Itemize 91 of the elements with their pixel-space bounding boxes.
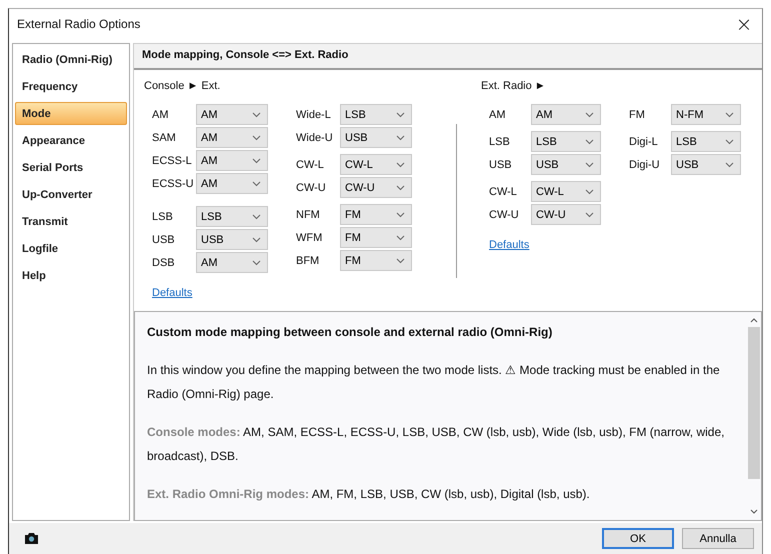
sidebar-item[interactable]: Appearance — [15, 129, 127, 152]
mode-dropdown[interactable]: USB — [340, 127, 412, 148]
chevron-down-icon — [396, 162, 405, 168]
chevron-down-icon — [725, 162, 734, 168]
chevron-down-icon — [252, 180, 261, 186]
chevron-down-icon — [396, 258, 405, 264]
mode-dropdown[interactable]: USB — [196, 229, 268, 250]
scroll-down-icon[interactable] — [750, 509, 758, 514]
mode-label: CW-U — [489, 208, 520, 220]
sidebar-item[interactable]: Transmit — [15, 210, 127, 233]
mode-label: AM — [152, 108, 170, 120]
mode-dropdown[interactable]: AM — [196, 173, 268, 194]
mode-label: USB — [152, 234, 176, 246]
mode-label: WFM — [296, 232, 324, 244]
chevron-down-icon — [252, 260, 261, 266]
sidebar-item[interactable]: Logfile — [15, 237, 127, 260]
help-paragraph: Ext. Radio Omni-Rig modes: AM, FM, LSB, USB, CW (lsb, usb), Digital (lsb, usb). — [147, 486, 591, 503]
chevron-down-icon — [396, 184, 405, 190]
mode-label: CW-L — [489, 186, 518, 198]
mode-label: ECSS-L — [152, 154, 193, 166]
mode-dropdown[interactable]: FM — [340, 204, 412, 225]
mode-label: Digi-L — [629, 136, 659, 148]
chevron-down-icon — [252, 236, 261, 242]
window-title: External Radio Options — [17, 17, 140, 31]
chevron-down-icon — [252, 214, 261, 220]
mode-label: Wide-U — [296, 132, 334, 144]
mode-label: USB — [489, 158, 513, 170]
mode-dropdown[interactable]: AM — [196, 104, 268, 125]
sidebar-item[interactable]: Up-Converter — [15, 183, 127, 206]
mode-label: CW-U — [296, 182, 327, 194]
chevron-down-icon — [585, 212, 594, 218]
help-paragraph: In this window you define the mapping between the two mode lists. ⚠ Mode tracking must be enabled in the Radio (Omni-Rig) page. — [147, 362, 721, 403]
mode-dropdown[interactable]: LSB — [671, 131, 741, 152]
sidebar-item[interactable]: Frequency — [15, 75, 127, 98]
mode-dropdown[interactable]: AM — [196, 252, 268, 273]
mode-label: FM — [629, 108, 646, 120]
chevron-down-icon — [396, 134, 405, 140]
sidebar-item[interactable]: Serial Ports — [15, 156, 127, 179]
chevron-down-icon — [585, 138, 594, 144]
dialog-button[interactable]: OK — [602, 528, 674, 549]
mode-dropdown[interactable]: CW-U — [340, 177, 412, 198]
section-title: Console ► Ext. — [144, 80, 222, 92]
chevron-down-icon — [725, 138, 734, 144]
mode-dropdown[interactable]: AM — [196, 127, 268, 148]
mode-label: DSB — [152, 256, 176, 268]
mode-label: LSB — [152, 210, 174, 222]
mode-dropdown[interactable]: FM — [340, 227, 412, 248]
mode-dropdown[interactable]: N-FM — [671, 104, 741, 125]
chevron-down-icon — [585, 162, 594, 168]
mode-dropdown[interactable]: CW-U — [531, 204, 601, 225]
sidebar-item[interactable]: Radio (Omni-Rig) — [15, 48, 127, 71]
mode-label: NFM — [296, 208, 321, 220]
chevron-down-icon — [252, 112, 261, 118]
mode-dropdown[interactable]: USB — [671, 154, 741, 175]
help-title: Custom mode mapping between console and external radio (Omni-Rig) — [147, 324, 554, 341]
sidebar-item[interactable]: Mode — [15, 102, 127, 125]
mode-dropdown[interactable]: AM — [196, 150, 268, 171]
mode-label: SAM — [152, 132, 177, 144]
mode-dropdown[interactable]: CW-L — [340, 154, 412, 175]
defaults-link[interactable]: Defaults — [152, 287, 192, 299]
mode-dropdown[interactable]: AM — [531, 104, 601, 125]
chevron-down-icon — [585, 188, 594, 194]
chevron-down-icon — [585, 112, 594, 118]
chevron-down-icon — [396, 112, 405, 118]
chevron-down-icon — [396, 212, 405, 218]
mode-label: ECSS-U — [152, 178, 195, 190]
mode-label: CW-L — [296, 158, 325, 170]
chevron-down-icon — [252, 158, 261, 164]
mode-dropdown[interactable]: USB — [531, 154, 601, 175]
chevron-down-icon — [252, 134, 261, 140]
mode-dropdown[interactable]: LSB — [196, 206, 268, 227]
chevron-down-icon — [725, 112, 734, 118]
section-header: Mode mapping, Console <=> Ext. Radio — [134, 43, 762, 70]
scroll-up-icon[interactable] — [750, 318, 758, 323]
defaults-link[interactable]: Defaults — [489, 239, 530, 251]
help-paragraph: Console modes: AM, SAM, ECSS-L, ECSS-U, LSB, USB, CW (lsb, usb), Wide (lsb, usb), FM (narrow, wide, broadcast), DSB. — [147, 424, 726, 465]
mode-dropdown[interactable]: LSB — [531, 131, 601, 152]
mode-label: BFM — [296, 254, 320, 266]
camera-icon[interactable] — [25, 533, 38, 544]
chevron-down-icon — [396, 234, 405, 240]
section-title: Ext. Radio ► — [481, 80, 547, 92]
sidebar-item[interactable]: Help — [15, 264, 127, 287]
mode-label: AM — [489, 108, 506, 120]
mode-dropdown[interactable]: CW-L — [531, 181, 601, 202]
mode-label: LSB — [489, 136, 511, 148]
mode-label: Digi-U — [629, 158, 661, 170]
mode-dropdown[interactable]: FM — [340, 250, 412, 271]
close-button[interactable]: × — [726, 10, 762, 38]
mode-label: Wide-L — [296, 108, 332, 120]
dialog-button[interactable]: Annulla — [682, 528, 754, 549]
mode-dropdown[interactable]: LSB — [340, 104, 412, 125]
